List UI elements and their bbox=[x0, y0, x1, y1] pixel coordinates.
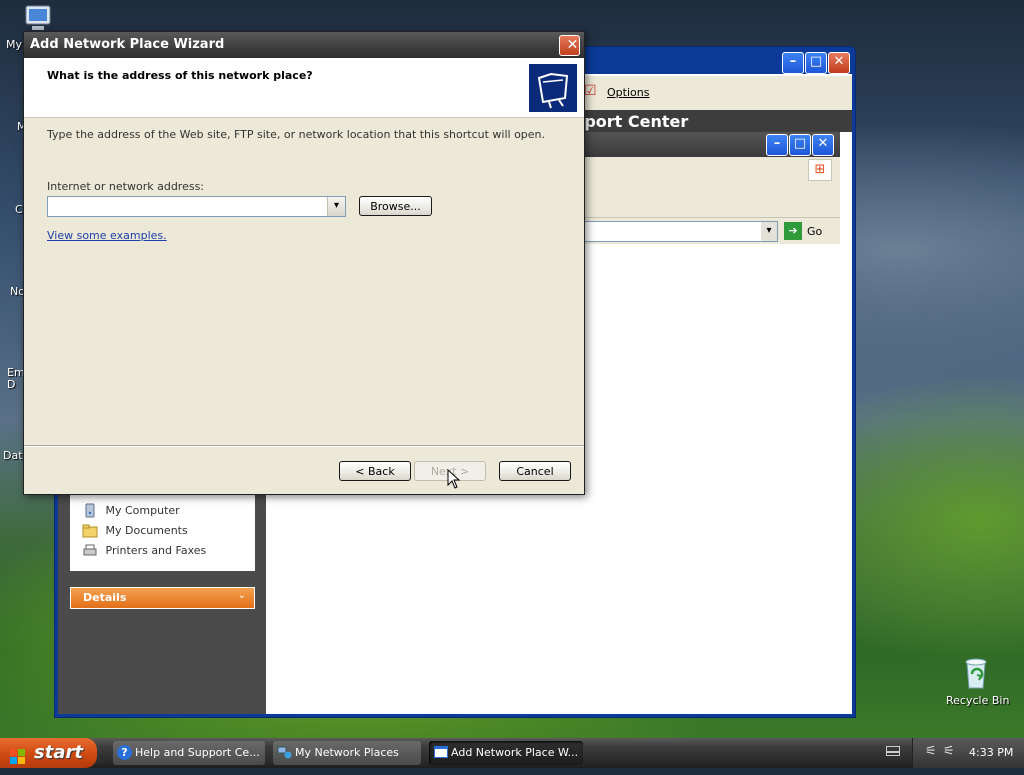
address-input[interactable] bbox=[50, 198, 326, 214]
system-tray: ⚟ ⚟ 4:33 PM bbox=[912, 738, 1024, 768]
start-label: start bbox=[34, 742, 83, 763]
start-button[interactable]: start bbox=[0, 738, 97, 768]
place-printers-faxes[interactable]: Printers and Faxes bbox=[82, 543, 206, 559]
folder-icon bbox=[82, 524, 98, 538]
help-toolbar-strip bbox=[584, 183, 840, 218]
address-bar-strip: ▾ ➔ Go bbox=[584, 218, 840, 244]
my-computer-icon bbox=[85, 503, 95, 518]
desktop-icon-recycle-bin[interactable]: Recycle Bin bbox=[946, 656, 1010, 707]
browse-button[interactable]: Browse... bbox=[359, 196, 432, 216]
desktop-icon-label: My bbox=[6, 38, 23, 51]
wizard-header: What is the address of this network plac… bbox=[24, 58, 584, 118]
place-my-documents[interactable]: My Documents bbox=[82, 523, 188, 539]
help-center-title: Help and Support Center bbox=[584, 112, 689, 131]
dialog-title: Add Network Place Wizard bbox=[30, 37, 225, 52]
wizard-heading: What is the address of this network plac… bbox=[47, 69, 313, 82]
volume-tray-icon[interactable]: ⚟ bbox=[943, 744, 955, 759]
network-places-icon bbox=[277, 745, 292, 760]
view-examples-link[interactable]: View some examples. bbox=[47, 229, 167, 242]
help-menu-strip: ⊞ bbox=[584, 157, 840, 184]
other-places-box: My Computer My Documents Printers and Fa… bbox=[70, 494, 255, 571]
go-arrow-icon[interactable]: ➔ bbox=[784, 222, 802, 240]
dialog-titlebar: Add Network Place Wizard ✕ bbox=[24, 32, 584, 58]
taskbar: start ? Help and Support Ce... My Networ… bbox=[0, 738, 1024, 768]
minimize-button[interactable]: – bbox=[782, 52, 804, 74]
checkmark-icon: ☑ bbox=[584, 83, 597, 99]
taskbar-item-wizard[interactable]: Add Network Place W... bbox=[429, 741, 583, 765]
place-label: My Documents bbox=[105, 524, 188, 537]
printer-icon bbox=[83, 544, 97, 556]
windows-logo-icon: ⊞ bbox=[808, 159, 832, 181]
mouse-cursor-icon bbox=[447, 469, 461, 489]
clock[interactable]: 4:33 PM bbox=[969, 746, 1013, 759]
help-icon: ? bbox=[117, 745, 132, 760]
instruction-text: Type the address of the Web site, FTP si… bbox=[47, 128, 546, 141]
chevron-down-icon[interactable]: ▾ bbox=[327, 197, 345, 216]
address-combo[interactable]: ▾ bbox=[584, 221, 778, 242]
recycle-bin-label: Recycle Bin bbox=[946, 694, 1010, 707]
chevron-down-icon: ⌄ bbox=[237, 590, 246, 601]
back-button[interactable]: < Back bbox=[339, 461, 411, 481]
options-button[interactable]: Options bbox=[607, 86, 649, 99]
my-computer-icon bbox=[25, 5, 51, 30]
close-button[interactable]: ✕ bbox=[812, 134, 834, 156]
keyboard-icon[interactable] bbox=[886, 746, 900, 756]
windows-flag-icon bbox=[10, 745, 26, 764]
chevron-down-icon[interactable]: ▾ bbox=[761, 222, 777, 241]
task-label: My Network Places bbox=[295, 746, 399, 759]
minimize-button[interactable]: – bbox=[766, 134, 788, 156]
network-tray-icon[interactable]: ⚟ bbox=[925, 744, 937, 759]
go-label[interactable]: Go bbox=[807, 225, 822, 238]
place-label: Printers and Faxes bbox=[105, 544, 207, 557]
details-bar[interactable]: Details ⌄ bbox=[70, 587, 255, 609]
add-network-place-dialog: Add Network Place Wizard ✕ What is the a… bbox=[23, 31, 585, 495]
task-label: Add Network Place W... bbox=[451, 746, 579, 759]
place-my-computer[interactable]: My Computer bbox=[82, 503, 180, 519]
place-label: My Computer bbox=[105, 504, 180, 517]
desktop-icon-label: C bbox=[15, 203, 23, 216]
help-window-titlebar: – □ ✕ bbox=[584, 132, 840, 157]
maximize-button[interactable]: □ bbox=[805, 52, 827, 74]
toolbar-strip: ☑ Options bbox=[584, 76, 852, 111]
help-center-header: Help and Support Center bbox=[584, 110, 852, 132]
task-label: Help and Support Ce... bbox=[135, 746, 260, 759]
taskbar-item-network-places[interactable]: My Network Places bbox=[273, 741, 421, 765]
taskbar-item-help[interactable]: ? Help and Support Ce... bbox=[113, 741, 265, 765]
dialog-close-button[interactable]: ✕ bbox=[559, 35, 580, 56]
close-button[interactable]: ✕ bbox=[828, 52, 850, 74]
task-pane: My Computer My Documents Printers and Fa… bbox=[58, 494, 266, 714]
network-folder-icon bbox=[529, 64, 577, 112]
details-label: Details bbox=[83, 591, 127, 604]
address-label: Internet or network address: bbox=[47, 180, 205, 193]
maximize-button[interactable]: □ bbox=[789, 134, 811, 156]
wizard-window-icon bbox=[434, 746, 448, 758]
address-combobox[interactable]: ▾ bbox=[47, 196, 346, 217]
recycle-bin-icon bbox=[965, 658, 987, 689]
cancel-button[interactable]: Cancel bbox=[499, 461, 571, 481]
dialog-divider bbox=[24, 445, 584, 447]
